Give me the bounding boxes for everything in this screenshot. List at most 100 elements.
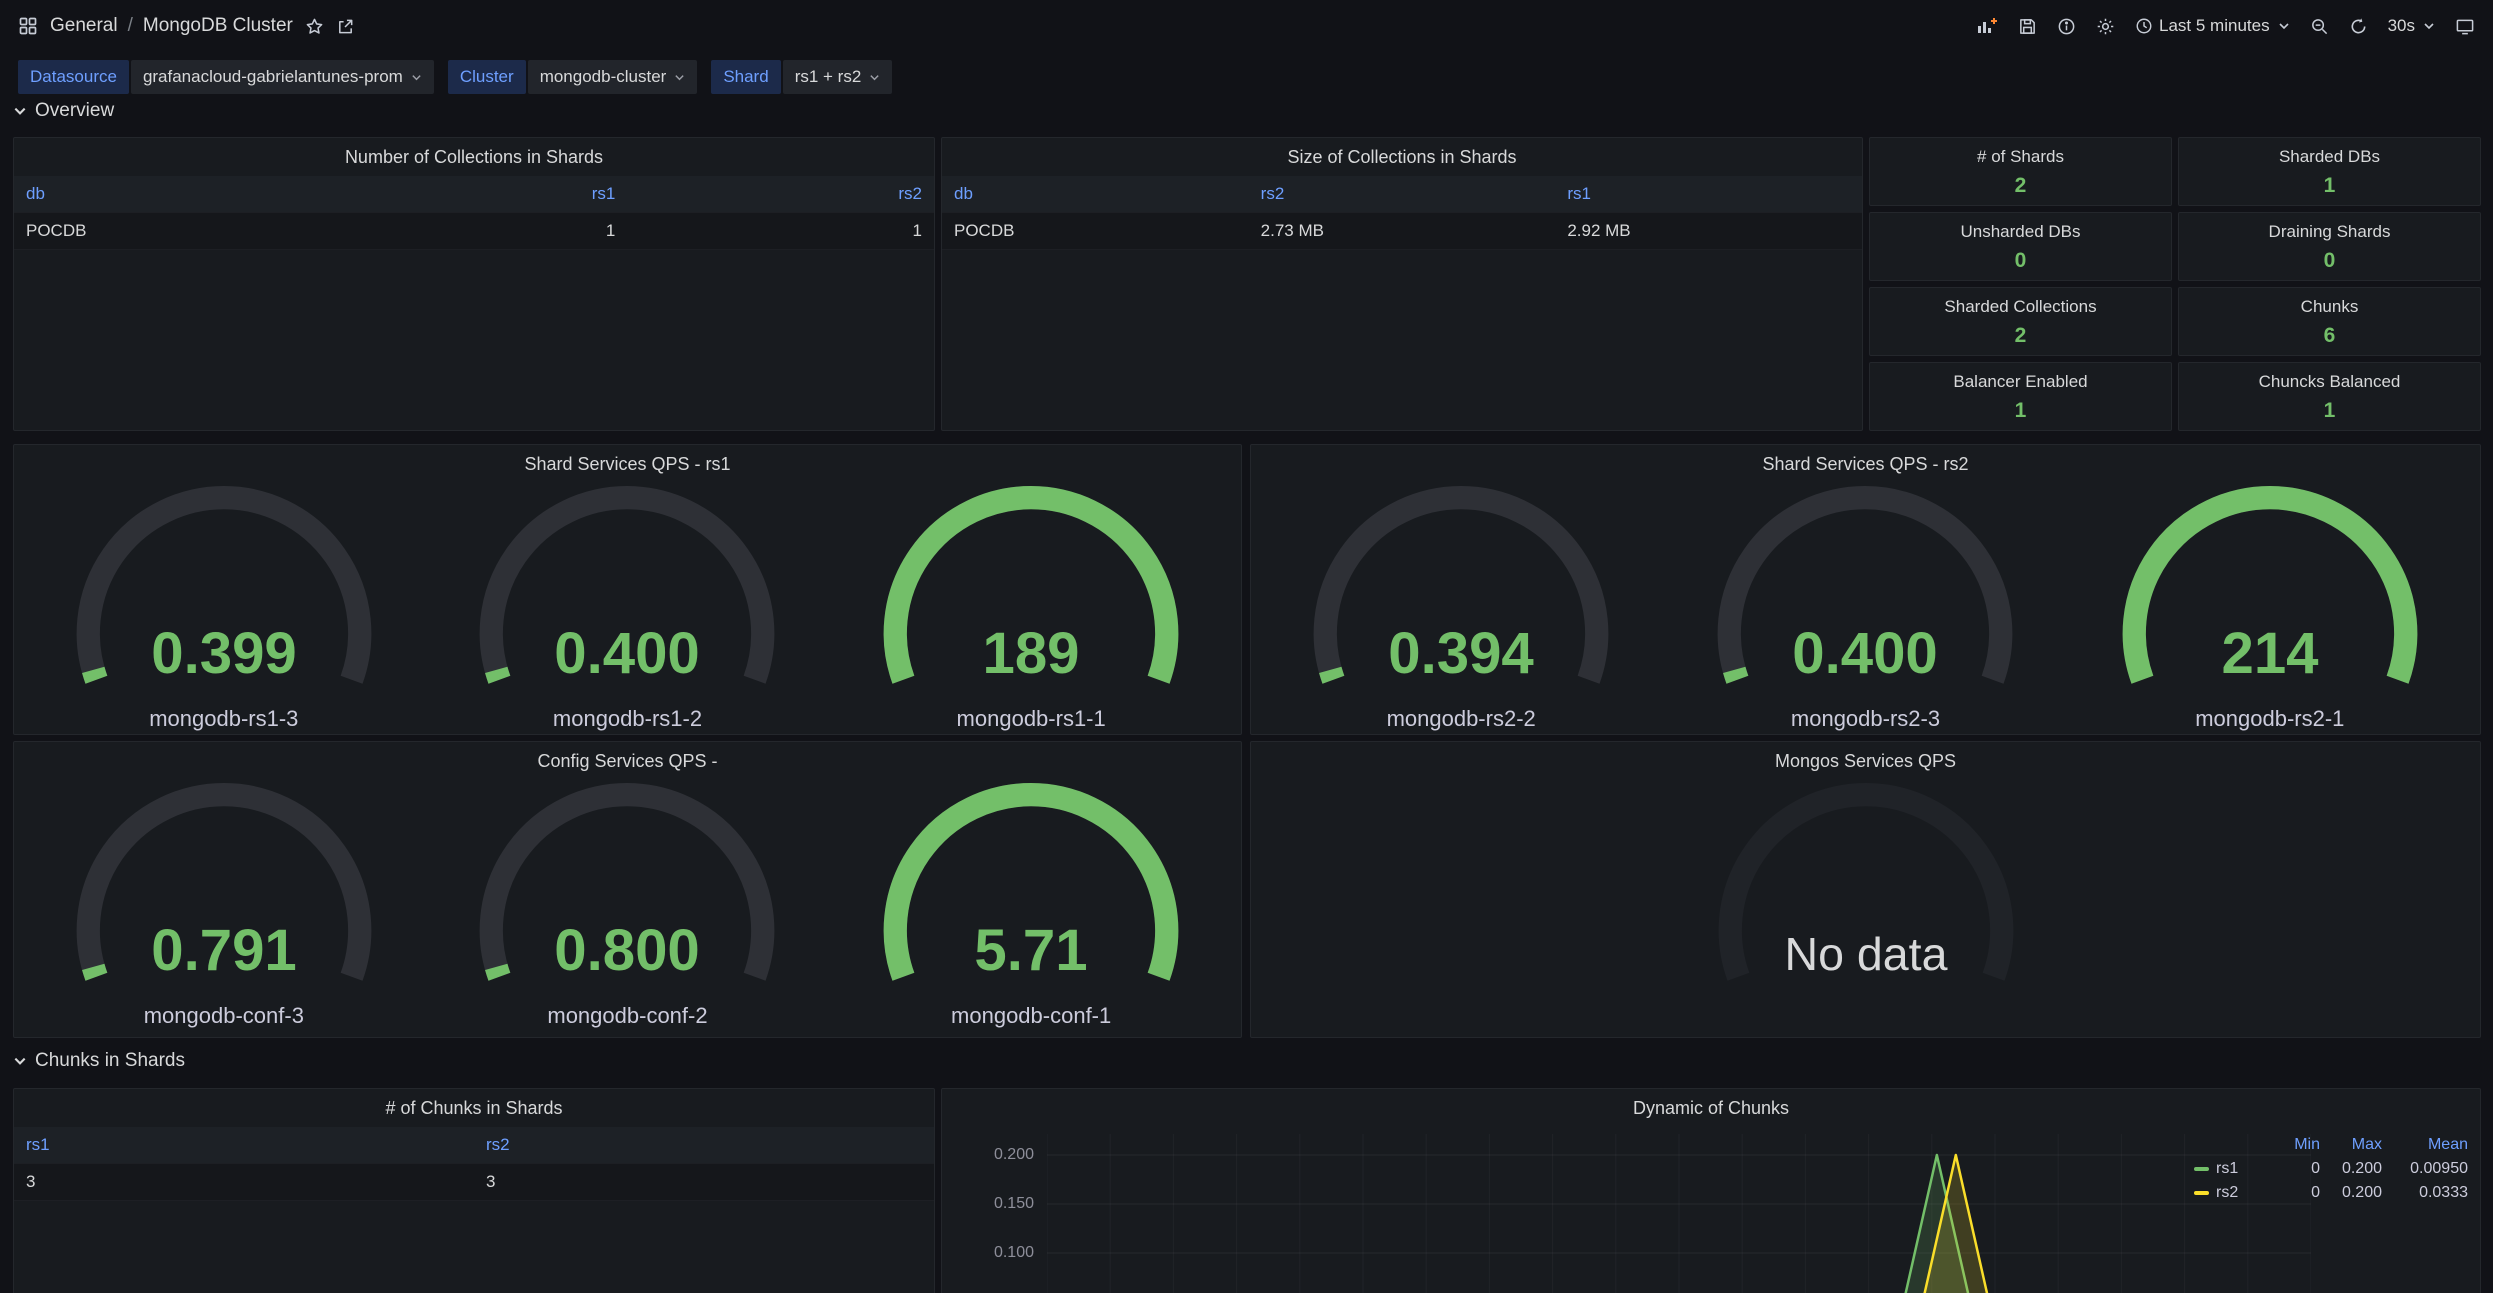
y-axis-tick: 0.100 (942, 1244, 1034, 1262)
variable-shard: Shard rs1 + rs2 (711, 60, 892, 94)
zoom-out-button[interactable] (2310, 17, 2329, 36)
grafana-dashboard: General / MongoDB Cluster (0, 0, 2493, 1293)
cell-rs1-size: 2.92 MB (1555, 213, 1862, 249)
time-series-plot[interactable] (1047, 1134, 2311, 1293)
gauge-arc: 0.791 (59, 780, 389, 1003)
panel-title[interactable]: Shard Services QPS - rs2 (1251, 445, 2480, 483)
stat-value: 1 (2324, 167, 2336, 205)
add-panel-button[interactable] (1976, 16, 1998, 36)
share-button[interactable] (336, 17, 355, 36)
variable-shard-value[interactable]: rs1 + rs2 (783, 60, 893, 94)
gauge-arc: 0.400 (1700, 483, 2030, 706)
legend-header-max[interactable]: Max (2320, 1136, 2382, 1154)
column-header-rs1[interactable]: rs1 (14, 1127, 474, 1163)
stat-title[interactable]: Chuncks Balanced (2259, 363, 2401, 392)
star-icon (305, 17, 324, 36)
gauge-arc: 0.399 (59, 483, 389, 706)
gauge-value: 5.71 (975, 918, 1088, 983)
gauge-label: mongodb-rs1-3 (149, 706, 298, 732)
favorite-button[interactable] (305, 17, 324, 36)
breadcrumb-current: MongoDB Cluster (143, 15, 293, 37)
info-circle-icon (2057, 17, 2076, 36)
series-color-dash (2194, 1191, 2209, 1195)
legend-header-mean[interactable]: Mean (2382, 1136, 2468, 1154)
gauge-value: 0.394 (1388, 621, 1534, 686)
panel-title[interactable]: Size of Collections in Shards (942, 138, 1862, 176)
table-row: 3 3 (14, 1163, 934, 1201)
series-mean: 0.0333 (2382, 1184, 2468, 1202)
cell-rs1: 1 (321, 213, 628, 249)
column-header-db[interactable]: db (14, 176, 321, 212)
top-nav: General / MongoDB Cluster (0, 0, 2493, 52)
stat-title[interactable]: Unsharded DBs (1960, 213, 2080, 242)
variable-cluster-label[interactable]: Cluster (448, 60, 526, 94)
column-header-rs2[interactable]: rs2 (474, 1127, 934, 1163)
dashboards-grid-button[interactable] (18, 16, 38, 36)
refresh-interval-label: 30s (2388, 16, 2415, 36)
gauge-arc: 189 (866, 483, 1196, 706)
variable-shard-value-text: rs1 + rs2 (795, 67, 862, 87)
save-dashboard-button[interactable] (2018, 17, 2037, 36)
column-header-rs2[interactable]: rs2 (1249, 176, 1556, 212)
time-range-picker[interactable]: Last 5 minutes (2135, 16, 2290, 36)
stat-value: 6 (2324, 317, 2336, 355)
panel-title[interactable]: Number of Collections in Shards (14, 138, 934, 176)
column-header-rs2[interactable]: rs2 (627, 176, 934, 212)
variable-datasource: Datasource grafanacloud-gabrielantunes-p… (18, 60, 434, 94)
tv-mode-button[interactable] (2455, 17, 2475, 36)
gauge-mongodb-rs2-1: 214 mongodb-rs2-1 (2070, 483, 2470, 732)
variable-datasource-label[interactable]: Datasource (18, 60, 129, 94)
gauge-label: mongodb-rs1-2 (553, 706, 702, 732)
chevron-down-icon (869, 72, 880, 83)
stat-title[interactable]: Draining Shards (2269, 213, 2391, 242)
gauge-label: mongodb-conf-3 (144, 1003, 304, 1029)
legend-header-min[interactable]: Min (2272, 1136, 2320, 1154)
legend-item-rs1[interactable]: rs1 0 0.200 0.00950 (2194, 1157, 2468, 1181)
breadcrumb: General / MongoDB Cluster (50, 15, 293, 37)
panel-title[interactable]: Dynamic of Chunks (942, 1089, 2480, 1127)
variable-shard-label[interactable]: Shard (711, 60, 780, 94)
dashboard-insights-button[interactable] (2057, 17, 2076, 36)
column-header-rs1[interactable]: rs1 (321, 176, 628, 212)
variable-cluster-value[interactable]: mongodb-cluster (528, 60, 698, 94)
gauge-value: 0.399 (151, 621, 297, 686)
gauge-mongodb-conf-2: 0.800 mongodb-conf-2 (428, 780, 828, 1029)
panel-chunks-count: # of Chunks in Shards rs1 rs2 3 3 (13, 1088, 935, 1293)
column-header-rs1[interactable]: rs1 (1555, 176, 1862, 212)
section-chunks-title: Chunks in Shards (35, 1050, 185, 1072)
stat-chuncks-balanced: Chuncks Balanced 1 (2178, 362, 2481, 431)
panel-title[interactable]: Config Services QPS - (14, 742, 1241, 780)
table-header-row: rs1 rs2 (14, 1127, 934, 1163)
collections-count-table: db rs1 rs2 POCDB 1 1 (14, 176, 934, 250)
stat-title[interactable]: Sharded Collections (1944, 288, 2096, 317)
panel-mongos-qps: Mongos Services QPS No data (1250, 741, 2481, 1038)
stat-sharded-collections: Sharded Collections 2 (1869, 287, 2172, 356)
panel-title[interactable]: # of Chunks in Shards (14, 1089, 934, 1127)
gauge-mongodb-rs1-1: 189 mongodb-rs1-1 (831, 483, 1231, 732)
stat-title[interactable]: Balancer Enabled (1953, 363, 2087, 392)
refresh-interval-dropdown[interactable]: 30s (2388, 16, 2435, 36)
panel-number-of-collections: Number of Collections in Shards db rs1 r… (13, 137, 935, 431)
variable-datasource-value[interactable]: grafanacloud-gabrielantunes-prom (131, 60, 434, 94)
section-overview-toggle[interactable]: Overview (13, 100, 114, 122)
column-header-db[interactable]: db (942, 176, 1249, 212)
gauge-mongodb-rs2-3: 0.400 mongodb-rs2-3 (1665, 483, 2065, 732)
legend-item-rs2[interactable]: rs2 0 0.200 0.0333 (2194, 1181, 2468, 1205)
gauge-arc: 0.394 (1296, 483, 1626, 706)
panel-shard-qps-rs2: Shard Services QPS - rs2 0.394 mongodb-r… (1250, 444, 2481, 735)
refresh-button[interactable] (2349, 17, 2368, 36)
breadcrumb-section[interactable]: General (50, 15, 118, 37)
panel-title[interactable]: Mongos Services QPS (1251, 742, 2480, 780)
stat-title[interactable]: Sharded DBs (2279, 138, 2380, 167)
section-chunks-toggle[interactable]: Chunks in Shards (13, 1050, 185, 1072)
gauge-arc: 0.800 (462, 780, 792, 1003)
chevron-down-icon (13, 1054, 27, 1068)
stat-title[interactable]: # of Shards (1977, 138, 2064, 167)
chevron-down-icon (2423, 20, 2435, 32)
panel-title[interactable]: Shard Services QPS - rs1 (14, 445, 1241, 483)
gauge-label: mongodb-rs1-1 (957, 706, 1106, 732)
gauge-value: 0.400 (1793, 621, 1939, 686)
stat-title[interactable]: Chunks (2301, 288, 2359, 317)
cell-db: POCDB (14, 213, 321, 249)
dashboard-settings-button[interactable] (2096, 17, 2115, 36)
